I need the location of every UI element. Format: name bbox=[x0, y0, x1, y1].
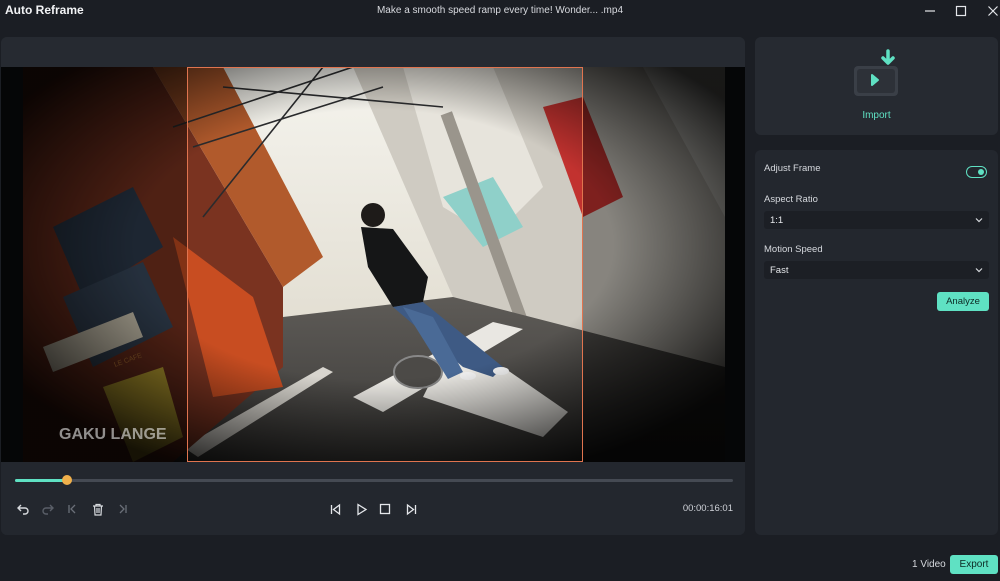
adjust-frame-toggle[interactable] bbox=[966, 166, 987, 178]
redo-button[interactable] bbox=[39, 500, 57, 518]
minimize-button[interactable] bbox=[920, 2, 940, 20]
previous-frame-button[interactable] bbox=[326, 500, 344, 518]
minimize-icon bbox=[925, 10, 935, 12]
redo-icon bbox=[42, 504, 54, 515]
play-button[interactable] bbox=[352, 500, 370, 518]
close-icon bbox=[988, 6, 998, 16]
prev-frame-icon bbox=[330, 503, 340, 515]
import-panel: Import bbox=[755, 37, 998, 135]
settings-panel: Adjust Frame Aspect Ratio 1:1 Motion Spe… bbox=[755, 150, 998, 535]
delete-button[interactable] bbox=[89, 500, 107, 518]
skip-start-icon bbox=[68, 504, 76, 514]
toggle-knob bbox=[978, 168, 984, 175]
motion-speed-select[interactable]: Fast bbox=[764, 261, 989, 279]
stop-icon bbox=[379, 503, 391, 515]
undo-icon bbox=[17, 504, 29, 515]
undo-button[interactable] bbox=[14, 500, 32, 518]
adjust-frame-label: Adjust Frame bbox=[764, 163, 821, 174]
go-to-end-button[interactable] bbox=[114, 500, 132, 518]
skip-end-icon bbox=[119, 504, 127, 514]
export-button[interactable]: Export bbox=[950, 555, 998, 574]
video-preview[interactable]: GAKU LANGE LE CAFE bbox=[1, 67, 745, 462]
motion-speed-value: Fast bbox=[770, 265, 789, 276]
video-count: 1 Video bbox=[912, 559, 946, 570]
next-frame-icon bbox=[406, 503, 416, 515]
aspect-ratio-label: Aspect Ratio bbox=[764, 194, 818, 205]
go-to-start-button[interactable] bbox=[63, 500, 81, 518]
stop-button[interactable] bbox=[376, 500, 394, 518]
import-icon[interactable] bbox=[850, 48, 902, 100]
title-bar: Auto Reframe Make a smooth speed ramp ev… bbox=[0, 0, 1000, 24]
timeline-handle[interactable] bbox=[61, 475, 72, 485]
next-frame-button[interactable] bbox=[402, 500, 420, 518]
aspect-ratio-value: 1:1 bbox=[770, 215, 784, 226]
timeline-scrubber[interactable] bbox=[15, 475, 733, 485]
crop-frame[interactable] bbox=[187, 67, 583, 462]
timecode: 00:00:16:01 bbox=[682, 503, 733, 514]
preview-header bbox=[1, 37, 745, 67]
analyze-button[interactable]: Analyze bbox=[937, 292, 989, 311]
chevron-down-icon bbox=[975, 218, 983, 223]
motion-speed-label: Motion Speed bbox=[764, 244, 823, 255]
file-title: Make a smooth speed ramp every time! Won… bbox=[376, 5, 624, 16]
timeline-progress bbox=[15, 479, 67, 482]
playback-controls: 00:00:16:01 bbox=[1, 462, 745, 535]
aspect-ratio-select[interactable]: 1:1 bbox=[764, 211, 989, 229]
watermark-text: GAKU LANGE bbox=[59, 426, 167, 443]
play-icon bbox=[356, 502, 367, 516]
trash-icon bbox=[93, 503, 103, 516]
import-label[interactable]: Import bbox=[755, 110, 998, 121]
preview-panel: GAKU LANGE LE CAFE 00:00:16:01 bbox=[1, 37, 745, 535]
close-button[interactable] bbox=[983, 2, 1000, 20]
chevron-down-icon bbox=[975, 268, 983, 273]
maximize-icon bbox=[955, 5, 967, 17]
maximize-button[interactable] bbox=[951, 2, 971, 20]
